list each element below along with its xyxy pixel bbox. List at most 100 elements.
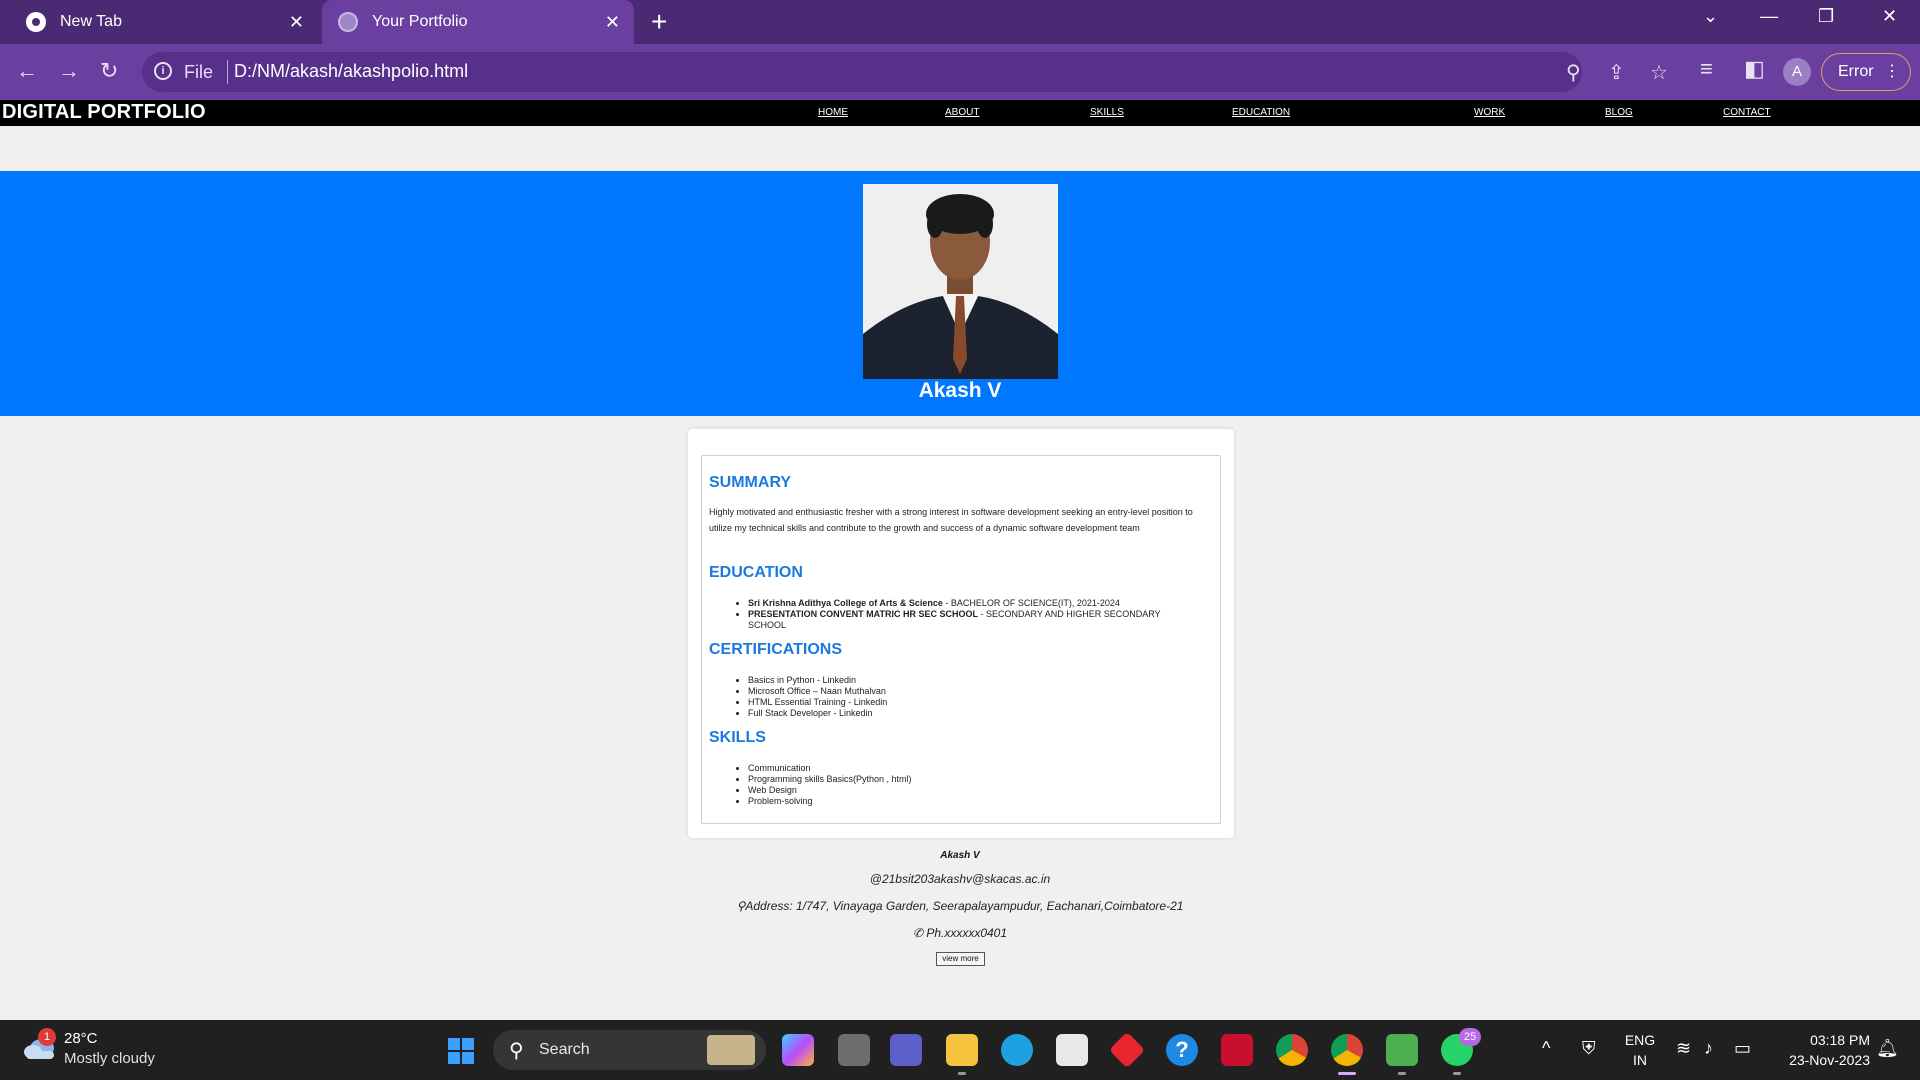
forward-button[interactable]: →	[58, 58, 80, 84]
running-indicator	[1398, 1072, 1406, 1075]
bookmark-star-icon[interactable]: ☆	[1650, 60, 1668, 85]
nav-home[interactable]: HOME	[818, 107, 848, 118]
nav-skills[interactable]: SKILLS	[1090, 107, 1124, 118]
info-icon[interactable]: i	[154, 62, 172, 80]
help-icon[interactable]: ?	[1166, 1034, 1198, 1066]
volume-icon[interactable]: ♪	[1704, 1038, 1713, 1059]
copilot-icon[interactable]	[782, 1034, 814, 1066]
profile-photo	[863, 184, 1058, 379]
weather-temp: 28°C	[64, 1030, 98, 1047]
footer-phone: ✆ Ph.xxxxxx0401	[912, 926, 1008, 940]
clock-date[interactable]: 23-Nov-2023	[1770, 1052, 1870, 1068]
language-code[interactable]: ENG	[1622, 1032, 1658, 1048]
footer-name: Akash V	[940, 850, 980, 861]
address-url[interactable]: D:/NM/akash/akashpolio.html	[234, 61, 468, 82]
wifi-icon[interactable]: ≋	[1676, 1038, 1691, 1059]
reading-list-icon[interactable]: ≡	[1700, 56, 1713, 82]
address-divider	[227, 60, 228, 84]
tab-search-icon[interactable]: ⌄	[1703, 6, 1718, 27]
view-more-button[interactable]: view more	[936, 952, 985, 966]
nav-education[interactable]: EDUCATION	[1232, 107, 1290, 118]
list-item: Full Stack Developer - Linkedin	[748, 708, 1188, 719]
file-explorer-icon[interactable]	[946, 1034, 978, 1066]
mcafee-icon[interactable]	[1221, 1034, 1253, 1066]
list-item: Web Design	[748, 785, 1188, 796]
footer-email: @21bsit203akashv@skacas.ac.in	[869, 872, 1051, 886]
list-item: Problem-solving	[748, 796, 1188, 807]
nav-work[interactable]: WORK	[1474, 107, 1505, 118]
notepad-icon[interactable]	[1386, 1034, 1418, 1066]
minimize-button[interactable]: —	[1760, 6, 1778, 27]
tab-title: Your Portfolio	[372, 13, 468, 30]
list-item: Communication	[748, 763, 1188, 774]
list-item: Microsoft Office – Naan Muthalvan	[748, 686, 1188, 697]
hero-name: Akash V	[918, 379, 1002, 402]
new-tab-button[interactable]: +	[651, 6, 667, 38]
nav-contact[interactable]: CONTACT	[1723, 107, 1771, 118]
taskbar: 1 28°C Mostly cloudy ⚲ Search ? 25 ^ ⛨ E…	[0, 1020, 1920, 1080]
taskbar-search[interactable]: ⚲ Search	[493, 1030, 766, 1070]
reload-button[interactable]: ↻	[100, 58, 118, 84]
list-item: Programming skills Basics(Python , html)	[748, 774, 1188, 785]
teams-icon[interactable]	[890, 1034, 922, 1066]
store-icon[interactable]	[1056, 1034, 1088, 1066]
education-list: Sri Krishna Adithya College of Arts & Sc…	[748, 598, 1188, 631]
task-view-icon[interactable]	[838, 1034, 870, 1066]
nav-blog[interactable]: BLOG	[1605, 107, 1633, 118]
education-title: EDUCATION	[709, 564, 803, 581]
certifications-title: CERTIFICATIONS	[709, 641, 843, 658]
globe-icon	[338, 12, 358, 32]
browser-toolbar: ← → ↻ i File D:/NM/akash/akashpolio.html…	[0, 44, 1920, 100]
error-label: Error	[1838, 63, 1874, 80]
menu-icon[interactable]: ⋮	[1884, 54, 1900, 90]
edge-icon[interactable]	[1001, 1034, 1033, 1066]
search-label: Search	[539, 1041, 590, 1058]
close-tab-icon[interactable]: ✕	[289, 12, 304, 33]
site-brand: DIGITAL PORTFOLIO	[2, 101, 206, 123]
profile-avatar[interactable]: A	[1783, 58, 1811, 86]
search-highlight-image	[707, 1035, 755, 1065]
mcafee-tray-icon[interactable]: ⛨	[1582, 1038, 1596, 1059]
back-button[interactable]: ←	[16, 58, 38, 84]
hero-banner: Akash V	[0, 171, 1920, 416]
share-icon[interactable]: ⇪	[1608, 60, 1625, 85]
weather-badge: 1	[38, 1028, 56, 1046]
region-code[interactable]: IN	[1622, 1052, 1658, 1068]
skills-title: SKILLS	[709, 729, 766, 746]
chrome-profile-icon[interactable]	[1331, 1034, 1363, 1066]
weather-desc: Mostly cloudy	[64, 1050, 155, 1067]
chrome-icon[interactable]	[1276, 1034, 1308, 1066]
site-navbar: DIGITAL PORTFOLIO HOME ABOUT SKILLS EDUC…	[0, 100, 1920, 126]
close-window-button[interactable]: ✕	[1882, 6, 1897, 27]
tab-your-portfolio[interactable]: Your Portfolio ✕	[322, 0, 634, 44]
address-scheme: File	[184, 62, 214, 82]
notification-bell-icon[interactable]: 🔔︎	[1876, 1038, 1899, 1059]
tab-title: New Tab	[60, 13, 122, 30]
error-button[interactable]: Error ⋮	[1821, 53, 1911, 91]
restore-button[interactable]: ❐	[1818, 6, 1834, 27]
chevron-up-icon[interactable]: ^	[1542, 1038, 1550, 1059]
resume-card: SUMMARY Highly motivated and enthusiasti…	[688, 429, 1234, 838]
nav-about[interactable]: ABOUT	[945, 107, 979, 118]
summary-title: SUMMARY	[709, 474, 792, 491]
summary-text: Highly motivated and enthusiastic freshe…	[709, 507, 1193, 533]
address-bar[interactable]: i File D:/NM/akash/akashpolio.html ⚲ ⇪ ☆	[142, 52, 1668, 92]
footer-address: ⚲Address: 1/747, Vinayaga Garden, Seerap…	[736, 899, 1184, 913]
search-icon: ⚲	[509, 1040, 524, 1062]
list-item: HTML Essential Training - Linkedin	[748, 697, 1188, 708]
anydesk-icon[interactable]	[1108, 1031, 1146, 1069]
close-tab-icon[interactable]: ✕	[605, 12, 620, 33]
side-panel-icon[interactable]: ◧	[1744, 56, 1765, 82]
tab-strip: New Tab ✕ Your Portfolio ✕ + ⌄ — ❐ ✕	[0, 0, 1920, 44]
running-indicator	[958, 1072, 966, 1075]
start-button[interactable]	[448, 1038, 474, 1064]
tab-new-tab[interactable]: New Tab ✕	[0, 0, 318, 44]
whatsapp-badge: 25	[1459, 1028, 1481, 1046]
active-indicator	[1338, 1072, 1356, 1075]
running-indicator	[1453, 1072, 1461, 1075]
list-item: PRESENTATION CONVENT MATRIC HR SEC SCHOO…	[748, 609, 1188, 631]
clock-time[interactable]: 03:18 PM	[1770, 1032, 1870, 1048]
battery-icon[interactable]: ▭	[1734, 1038, 1751, 1059]
zoom-icon[interactable]: ⚲	[1566, 60, 1581, 85]
resume-box: SUMMARY Highly motivated and enthusiasti…	[701, 455, 1221, 824]
